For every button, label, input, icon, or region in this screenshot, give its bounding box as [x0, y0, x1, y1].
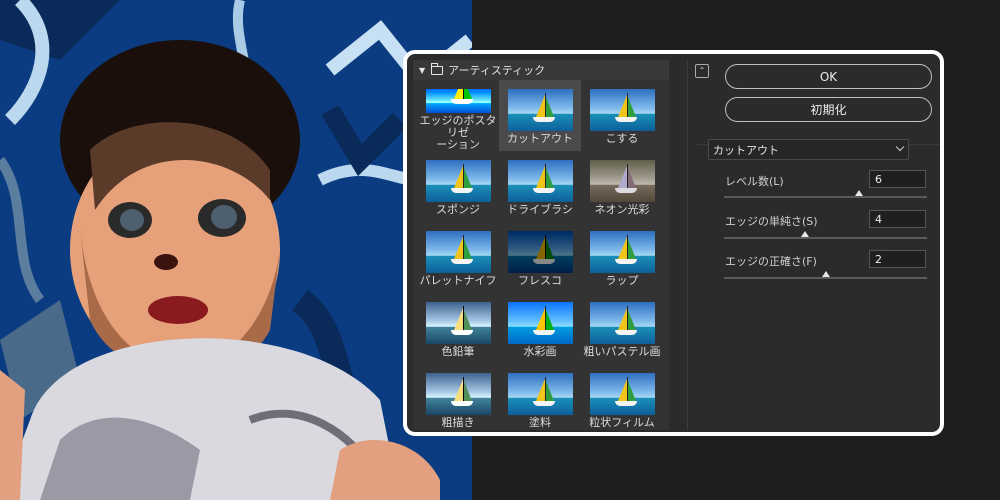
filter-preview-thumb: [507, 373, 573, 415]
filter-label: 塗料: [529, 416, 551, 429]
chevron-down-icon: [895, 142, 905, 152]
filter-grid: エッジのポスタリゼ ーション カットアウト こするスポンジ ドライブラシ ネオン光彩パレ…: [413, 80, 669, 430]
edge-simplicity-slider[interactable]: [724, 231, 927, 239]
filter-preview-thumb: [507, 89, 573, 131]
levels-input[interactable]: 6: [869, 170, 926, 188]
filter-label: 粗描き: [441, 416, 475, 429]
expand-triangle-icon[interactable]: ▼: [419, 66, 425, 75]
filter-label: ネオン光彩: [594, 203, 650, 216]
filter-preview-thumb: [589, 231, 655, 273]
reset-button[interactable]: 初期化: [725, 97, 932, 122]
filter-thumbnail[interactable]: ドライブラシ: [499, 151, 581, 222]
filter-preview-thumb: [425, 160, 491, 202]
filter-thumbnail[interactable]: ネオン光彩: [581, 151, 663, 222]
filter-thumbnail[interactable]: 水彩画: [499, 293, 581, 364]
filter-thumbnail[interactable]: スポンジ: [417, 151, 499, 222]
filter-thumbnail[interactable]: エッジのポスタリゼ ーション: [417, 80, 499, 151]
filter-select[interactable]: カットアウト: [708, 139, 909, 160]
category-label: アーティスティック: [448, 64, 546, 77]
filter-preview-thumb: [507, 160, 573, 202]
filter-preview-thumb: [425, 302, 491, 344]
filter-thumbnail[interactable]: 塗料: [499, 364, 581, 432]
filter-thumbnail[interactable]: パレットナイフ: [417, 222, 499, 293]
filter-label: ラップ: [605, 274, 639, 287]
filter-thumbnail[interactable]: 粒状フィルム: [581, 364, 663, 432]
filter-preview-thumb: [507, 302, 573, 344]
filter-label: 水彩画: [523, 345, 557, 358]
filter-preview-thumb: [589, 160, 655, 202]
gallery-scrollbar[interactable]: [669, 60, 683, 430]
category-header[interactable]: ▼ アーティスティック: [413, 60, 669, 80]
filter-preview-thumb: [425, 89, 491, 113]
filter-label: パレットナイフ: [419, 274, 497, 287]
filter-label: エッジのポスタリゼ ーション: [419, 114, 497, 151]
filter-preview-thumb: [507, 231, 573, 273]
filter-label: カットアウト: [507, 132, 573, 145]
filter-thumbnail[interactable]: こする: [581, 80, 663, 151]
ok-button[interactable]: OK: [725, 64, 932, 89]
filter-label: スポンジ: [436, 203, 480, 216]
preview-image: [0, 0, 472, 500]
collapse-gallery-button[interactable]: ⌃: [695, 64, 709, 78]
filter-label: 粗いパステル画: [583, 345, 661, 358]
folder-icon: [430, 62, 444, 75]
filter-thumbnail[interactable]: 色鉛筆: [417, 293, 499, 364]
levels-slider-thumb[interactable]: [855, 190, 864, 196]
edge-fidelity-slider[interactable]: [724, 271, 927, 279]
edge-simplicity-label: エッジの単純さ(S): [725, 215, 818, 228]
filter-select-value: カットアウト: [713, 143, 779, 157]
filter-gallery-dialog: ▼ アーティスティック エッジのポスタリゼ ーション カットアウト こする スポンジド…: [403, 50, 944, 436]
filter-thumbnail[interactable]: 粗いパステル画: [581, 293, 663, 364]
edge-fidelity-slider-thumb[interactable]: [821, 271, 830, 277]
filter-preview-thumb: [589, 373, 655, 415]
edge-simplicity-slider-thumb[interactable]: [801, 231, 810, 237]
filter-label: 粒状フィルム: [589, 416, 655, 429]
filter-thumbnail[interactable]: ラップ: [581, 222, 663, 293]
filter-preview-thumb: [425, 231, 491, 273]
filter-thumbnail[interactable]: カットアウト: [499, 80, 581, 151]
edge-fidelity-label: エッジの正確さ(F): [725, 255, 817, 268]
filter-preview-thumb: [425, 373, 491, 415]
filter-gallery-panel: ▼ アーティスティック エッジのポスタリゼ ーション カットアウト こするスポンジ ド…: [413, 60, 669, 430]
edge-simplicity-input[interactable]: 4: [869, 210, 926, 228]
levels-label: レベル数(L): [725, 175, 784, 188]
filter-label: 色鉛筆: [441, 345, 475, 358]
edge-fidelity-input[interactable]: 2: [869, 250, 926, 268]
filter-label: ドライブラシ: [507, 203, 573, 216]
filter-preview-thumb: [589, 89, 655, 131]
levels-slider[interactable]: [724, 190, 927, 198]
filter-thumbnail[interactable]: 粗描き: [417, 364, 499, 432]
filter-label: フレスコ: [518, 274, 562, 287]
filter-thumbnail[interactable]: フレスコ: [499, 222, 581, 293]
panel-divider: [687, 60, 688, 430]
filter-preview-thumb: [589, 302, 655, 344]
filter-label: こする: [605, 132, 639, 145]
